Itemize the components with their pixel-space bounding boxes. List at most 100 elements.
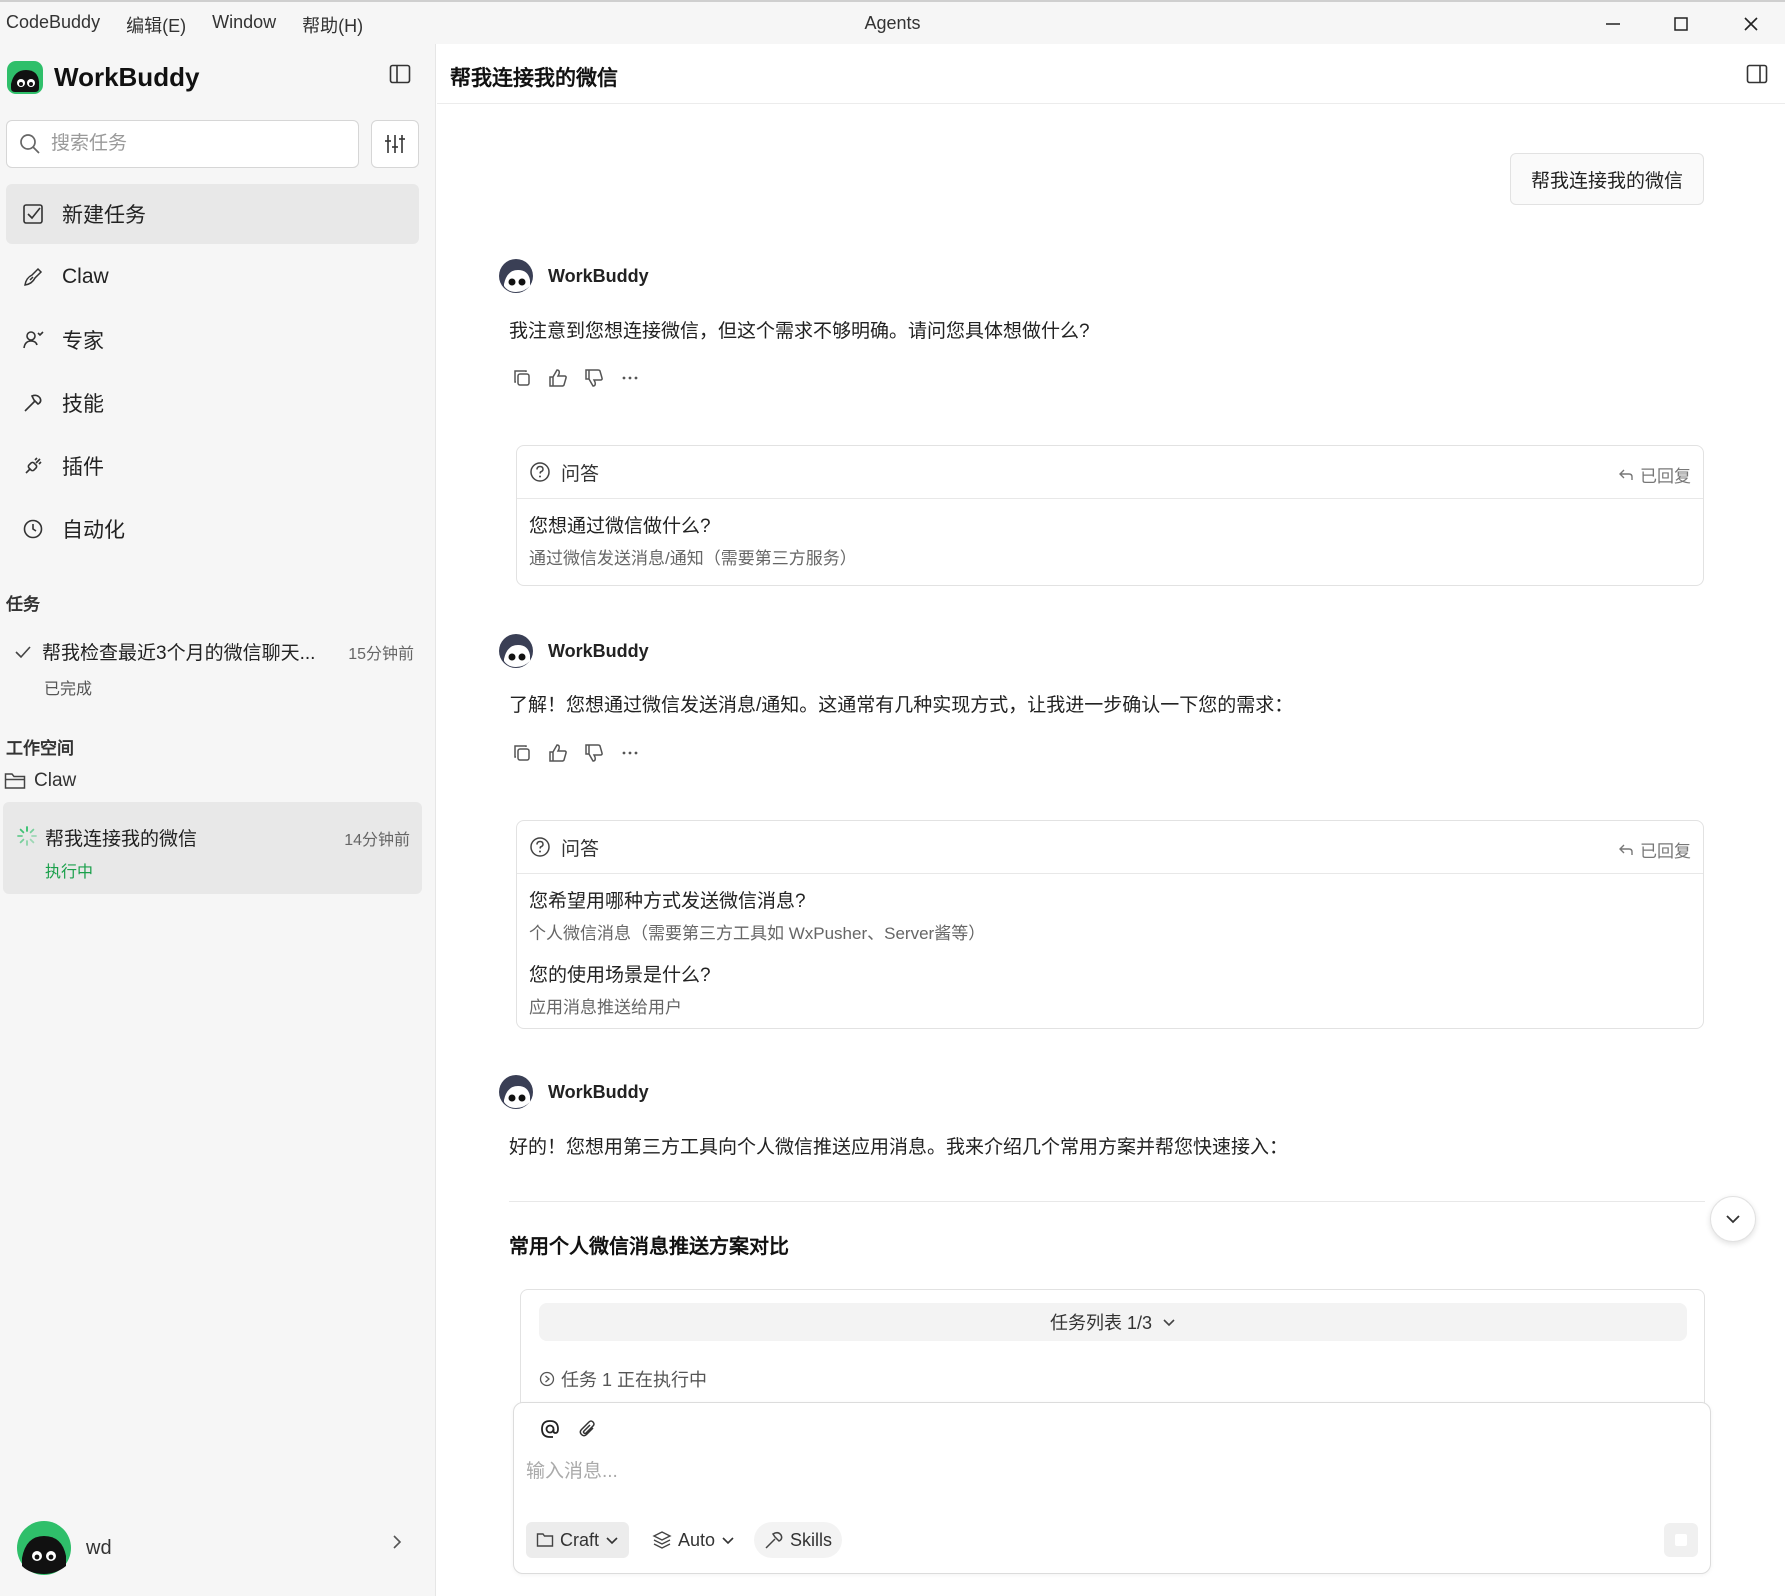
nav-experts-label: 专家 (62, 330, 104, 353)
scroll-to-bottom-button[interactable] (1710, 1196, 1756, 1242)
user-message: 帮我连接我的微信 (1510, 153, 1704, 205)
chevron-down-icon (606, 1537, 618, 1545)
nav-skills-label: 技能 (62, 393, 104, 416)
bot-avatar-icon (499, 1075, 533, 1109)
search-icon (20, 134, 40, 154)
collapse-sidebar-button[interactable] (388, 62, 414, 88)
more-icon[interactable] (620, 743, 640, 763)
nav-experts[interactable]: 专家 (6, 310, 419, 370)
user-name: wd (86, 1536, 112, 1559)
nav-automation[interactable]: 自动化 (6, 499, 419, 559)
workspace-folder[interactable]: Claw (4, 770, 76, 792)
close-button[interactable] (1718, 6, 1784, 42)
filter-button[interactable] (371, 120, 419, 168)
skills-icon (765, 1531, 783, 1549)
bot-name: WorkBuddy (548, 640, 649, 661)
minimize-button[interactable] (1580, 6, 1646, 42)
toggle-panel-button[interactable] (1745, 62, 1771, 88)
nav-claw[interactable]: Claw (6, 247, 419, 307)
task-status: 已完成 (44, 681, 93, 698)
chevron-down-icon (1726, 1215, 1740, 1224)
title-bar: CodeBuddy 编辑(E) Window 帮助(H) Agents (0, 0, 1785, 44)
thumbs-down-icon[interactable] (584, 743, 604, 763)
bot-avatar-icon (499, 259, 533, 293)
chevron-down-icon (722, 1537, 734, 1545)
sidebar-toggle-icon (389, 64, 411, 84)
menu-edit[interactable]: 编辑(E) (126, 12, 186, 38)
skills-icon (20, 390, 46, 416)
clock-icon (20, 516, 46, 542)
divider (509, 1201, 1705, 1202)
skills-button[interactable]: Skills (754, 1522, 843, 1558)
composer-tools (538, 1417, 600, 1441)
question-icon (530, 837, 550, 857)
bot-message-text: 了解！您想通过微信发送消息/通知。这通常有几种实现方式，让我进一步确认一下您的需… (509, 695, 1294, 716)
task-list-label: 任务列表 1/3 (1049, 1313, 1153, 1333)
qa-label: 问答 (561, 838, 600, 860)
chevron-right-icon[interactable] (390, 1534, 404, 1550)
task-item[interactable]: 帮我检查最近3个月的微信聊天... 15分钟前 已完成 (14, 638, 414, 699)
qa-answer: 通过微信发送消息/通知（需要第三方服务） (529, 549, 857, 568)
menu-window[interactable]: Window (212, 12, 276, 38)
message-input[interactable] (526, 1455, 1696, 1489)
bot-name: WorkBuddy (548, 1081, 649, 1102)
bot-message-text: 好的！您想用第三方工具向个人微信推送应用消息。我来介绍几个常用方案并帮您快速接入… (509, 1137, 1289, 1158)
reply-icon (1619, 469, 1633, 480)
brand-name: WorkBuddy (54, 61, 200, 92)
maximize-button[interactable] (1648, 6, 1714, 42)
mention-icon[interactable] (538, 1417, 562, 1441)
section-heading: 常用个人微信消息推送方案对比 (509, 1236, 789, 1258)
user-profile[interactable]: wd (16, 1520, 112, 1576)
close-icon (1744, 17, 1758, 31)
more-icon[interactable] (620, 368, 640, 388)
maximize-icon (1674, 17, 1688, 31)
nav-new-task-label: 新建任务 (62, 204, 146, 227)
model-label: Auto (678, 1529, 716, 1550)
panel-right-icon (1746, 64, 1768, 84)
task-running-status: 任务 1 正在执行中 (539, 1366, 707, 1392)
menu-help[interactable]: 帮助(H) (302, 12, 363, 38)
nav-plugins[interactable]: 插件 (6, 436, 419, 496)
experts-icon (20, 327, 46, 353)
nav-new-task[interactable]: 新建任务 (6, 184, 419, 244)
brand: WorkBuddy (6, 58, 199, 96)
attach-icon[interactable] (576, 1417, 600, 1441)
folder-icon (4, 773, 26, 789)
copy-icon[interactable] (512, 368, 532, 388)
bot-message-header: WorkBuddy (498, 633, 649, 669)
message-composer: Craft Auto Skills (513, 1402, 1711, 1574)
model-select-auto[interactable]: Auto (642, 1522, 745, 1558)
copy-icon[interactable] (512, 743, 532, 763)
workspace-section-label: 工作空间 (6, 739, 74, 758)
sidebar-nav: 新建任务 Claw 专家 技能 插件 自动化 (6, 184, 419, 562)
nav-skills[interactable]: 技能 (6, 373, 419, 433)
message-actions (512, 368, 640, 388)
folder-icon (536, 1533, 554, 1547)
qa-header: 问答 已回复 (517, 446, 1703, 499)
mode-select-craft[interactable]: Craft (526, 1522, 630, 1558)
qa-body: 您想通过微信做什么? 通过微信发送消息/通知（需要第三方服务） (517, 499, 1703, 585)
bot-message-text: 我注意到您想连接微信，但这个需求不够明确。请问您具体想做什么? (509, 321, 1090, 342)
task-list-toggle[interactable]: 任务列表 1/3 (539, 1303, 1687, 1341)
thumbs-up-icon[interactable] (548, 743, 568, 763)
menu-codebuddy[interactable]: CodeBuddy (6, 12, 100, 38)
bot-message-header: WorkBuddy (498, 258, 649, 294)
workspace-task-item[interactable]: 帮我连接我的微信 14分钟前 执行中 (3, 802, 422, 894)
qa-question: 您希望用哪种方式发送微信消息? (529, 891, 806, 912)
workspace-folder-label: Claw (34, 770, 77, 791)
thumbs-up-icon[interactable] (548, 368, 568, 388)
send-button[interactable] (1664, 1523, 1698, 1557)
bot-name: WorkBuddy (548, 265, 649, 286)
thumbs-down-icon[interactable] (584, 368, 604, 388)
nav-claw-label: Claw (62, 265, 109, 288)
message-actions (512, 743, 640, 763)
bot-avatar-icon (499, 634, 533, 668)
qa-body: 您希望用哪种方式发送微信消息? 个人微信消息（需要第三方工具如 WxPusher… (517, 874, 1703, 1028)
layers-icon (652, 1531, 672, 1549)
qa-replied-status: 已回复 (1618, 837, 1691, 862)
qa-card: 问答 已回复 您希望用哪种方式发送微信消息? 个人微信消息（需要第三方工具如 W… (516, 820, 1704, 1029)
search-input[interactable] (51, 133, 331, 155)
qa-replied-label: 已回复 (1640, 842, 1691, 861)
qa-answer: 应用消息推送给用户 (529, 998, 682, 1017)
tasks-section-label: 任务 (6, 595, 40, 614)
